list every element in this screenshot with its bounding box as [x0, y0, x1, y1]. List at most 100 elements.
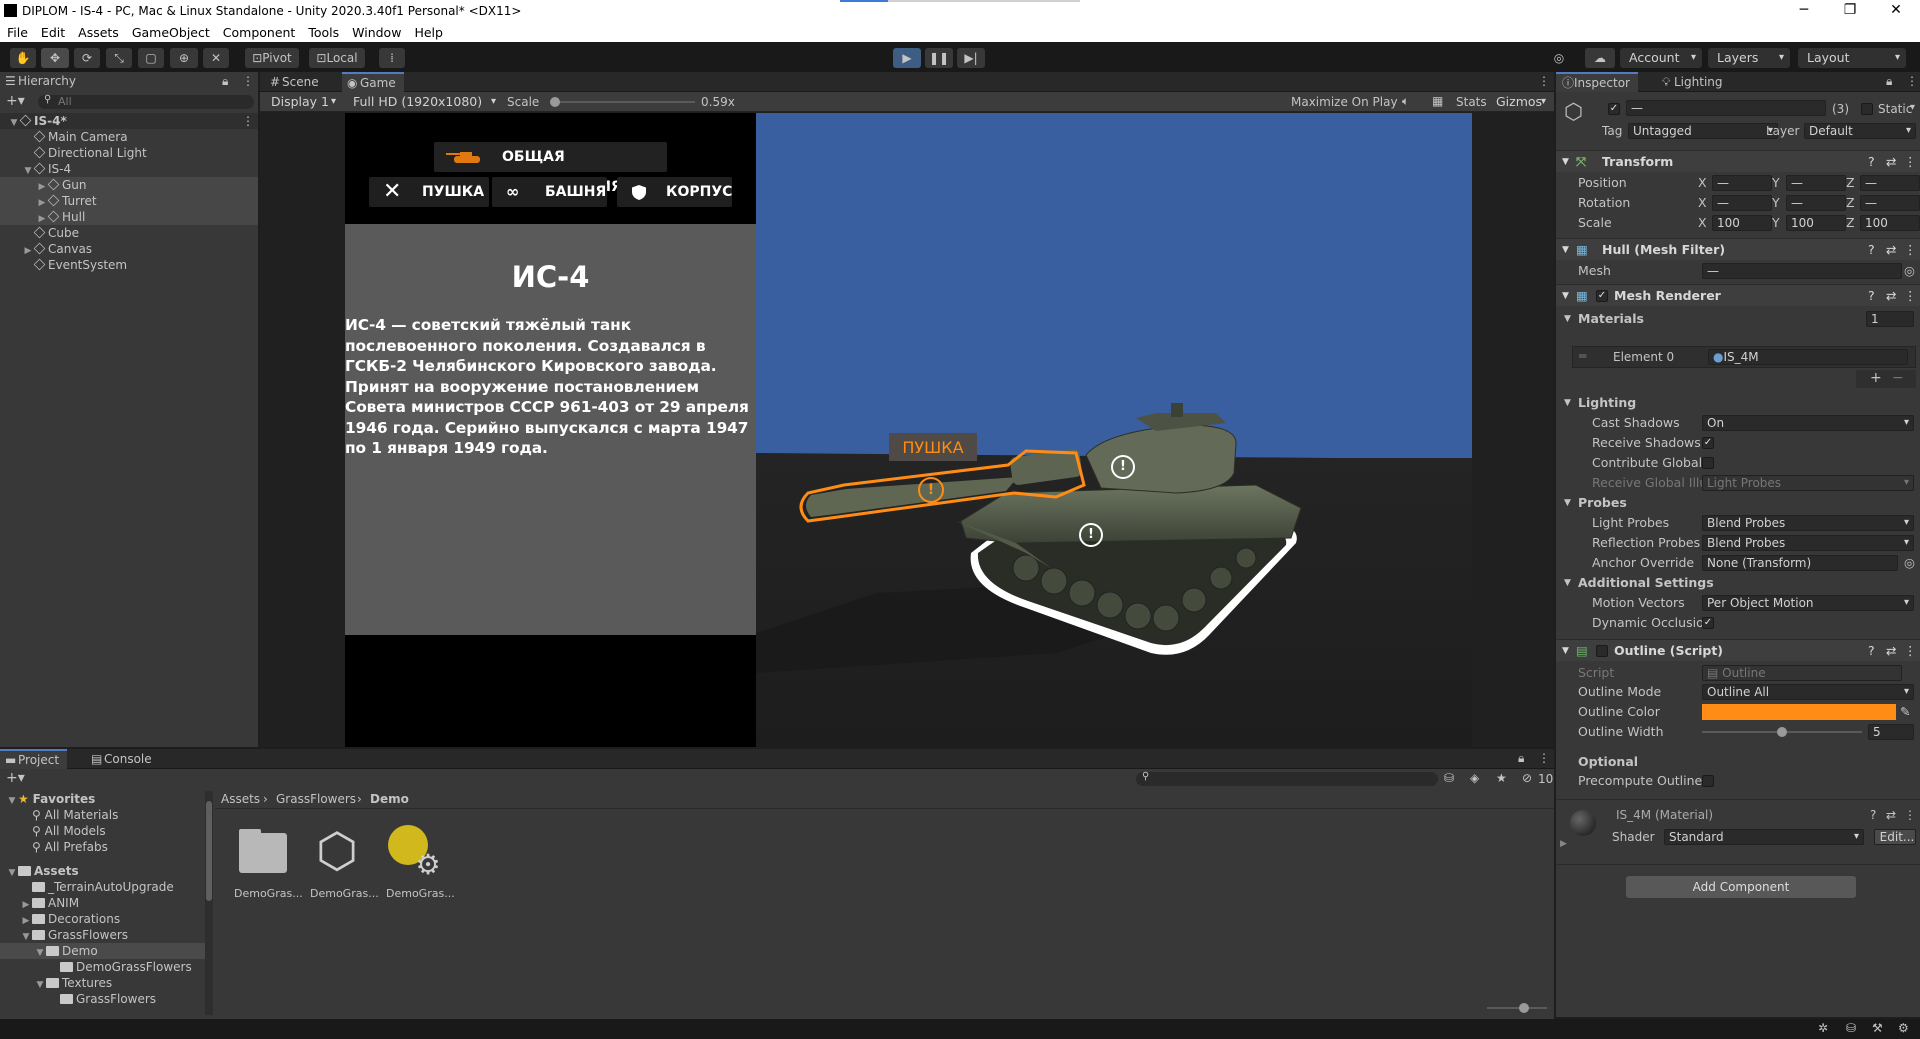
position-y-field[interactable]: — — [1786, 175, 1846, 191]
favorite-item[interactable]: ⚲ All Materials — [0, 807, 205, 823]
display-dropdown[interactable]: Display 1 — [262, 93, 342, 111]
resolution-dropdown[interactable]: Full HD (1920x1080) — [344, 93, 502, 111]
folder-item[interactable]: ▼ Textures — [0, 975, 205, 991]
help-icon[interactable]: ? — [1868, 151, 1875, 173]
presets-icon[interactable]: ⇄ — [1886, 285, 1896, 307]
scale-z-field[interactable]: 100 — [1860, 215, 1920, 231]
hierarchy-item[interactable]: Main Camera — [0, 129, 258, 145]
display-icon[interactable]: ▦ — [1432, 94, 1443, 108]
transform-fold-icon[interactable]: ▼ — [1562, 151, 1569, 173]
close-button[interactable]: ✕ — [1874, 0, 1918, 22]
object-picker-icon[interactable]: ◎ — [1904, 262, 1915, 280]
outline-width-field[interactable]: 5 — [1868, 724, 1914, 740]
play-button[interactable]: ▶ — [893, 48, 921, 68]
scale-slider[interactable] — [550, 97, 695, 107]
favorite-star-icon[interactable]: ★ — [1496, 771, 1507, 785]
hull-marker-icon[interactable]: ! — [1079, 523, 1103, 547]
materials-count-field[interactable]: 1 — [1866, 311, 1914, 327]
reflection-probes-dropdown[interactable]: Blend Probes — [1702, 535, 1914, 551]
outline-width-knob[interactable] — [1777, 727, 1787, 737]
tree-scrollbar[interactable] — [205, 791, 213, 1015]
more-menu-icon[interactable]: ⋮ — [242, 74, 254, 88]
mesh-field[interactable]: — — [1702, 263, 1902, 279]
gizmos-dropdown[interactable]: Gizmos — [1490, 93, 1552, 111]
component-menu-icon[interactable]: ⋮ — [1904, 640, 1917, 662]
transform-tool-icon[interactable]: ⊕ — [170, 48, 198, 68]
position-x-field[interactable]: — — [1712, 175, 1772, 191]
outline-mode-dropdown[interactable]: Outline All — [1702, 684, 1914, 700]
lighting-settings-icon[interactable]: ⚙ — [386, 825, 446, 883]
breadcrumb-grassflowers[interactable]: GrassFlowers — [276, 792, 356, 806]
presets-icon[interactable]: ⇄ — [1886, 808, 1896, 822]
scale-x-field[interactable]: 100 — [1712, 215, 1772, 231]
filter-label-icon[interactable]: ◈ — [1470, 771, 1479, 785]
maximize-button[interactable]: ❐ — [1828, 0, 1872, 22]
local-toggle[interactable]: ⊡Local — [309, 48, 365, 68]
component-menu-icon[interactable]: ⋮ — [1904, 808, 1916, 822]
file-label[interactable]: DemoGras... — [234, 887, 303, 900]
presets-icon[interactable]: ⇄ — [1886, 640, 1896, 662]
turret-button[interactable]: ∞ БАШНЯ — [492, 177, 607, 207]
game-more-icon[interactable]: ⋮ — [1538, 74, 1550, 88]
folder-item[interactable]: ▼ Demo — [0, 943, 205, 959]
folder-icon[interactable] — [235, 825, 293, 883]
account-dropdown[interactable]: Account — [1620, 48, 1702, 68]
custom-tool-icon[interactable]: ✕ — [203, 48, 229, 68]
help-icon[interactable]: ? — [1868, 239, 1875, 261]
rotation-z-field[interactable]: — — [1860, 195, 1920, 211]
receive-shadows-checkbox[interactable]: ✓ — [1702, 437, 1714, 449]
hidden-packages-icon[interactable]: ⊘ — [1522, 771, 1532, 785]
component-menu-icon[interactable]: ⋮ — [1904, 239, 1917, 261]
hierarchy-item[interactable]: ▶ Hull — [0, 209, 258, 225]
gun-button[interactable]: ✕ ПУШКА — [369, 177, 489, 207]
hierarchy-item[interactable]: Cube — [0, 225, 258, 241]
scale-tool-icon[interactable]: ⤡ — [106, 48, 132, 68]
contribute-gi-checkbox[interactable] — [1702, 457, 1714, 469]
add-component-button[interactable]: Add Component — [1626, 876, 1856, 898]
presets-icon[interactable]: ⇄ — [1886, 151, 1896, 173]
tab-hierarchy[interactable]: ☰ Hierarchy — [0, 72, 258, 92]
shader-edit-button[interactable]: Edit... — [1874, 829, 1916, 845]
static-chevron-icon[interactable]: ▾ — [1910, 102, 1915, 113]
icon-size-slider[interactable] — [1487, 1003, 1547, 1013]
tab-console[interactable]: ▤ Console — [86, 749, 160, 769]
folder-item[interactable]: ▶ Decorations — [0, 911, 205, 927]
eyedropper-icon[interactable]: ✎ — [1900, 703, 1910, 721]
outline-color-swatch[interactable] — [1702, 704, 1896, 720]
tag-dropdown[interactable]: Untagged — [1628, 123, 1778, 139]
project-more-icon[interactable]: ⋮ — [1538, 751, 1550, 765]
help-icon[interactable]: ? — [1868, 285, 1875, 307]
menu-component[interactable]: Component — [216, 22, 302, 40]
layers-dropdown[interactable]: Layers — [1708, 48, 1790, 68]
motion-vectors-dropdown[interactable]: Per Object Motion — [1702, 595, 1914, 611]
receive-gi-dropdown[interactable]: Light Probes — [1702, 475, 1914, 491]
object-picker-icon[interactable]: ◎ — [1904, 554, 1915, 572]
add-icon[interactable]: +▾ — [6, 93, 25, 109]
turret-marker-icon[interactable]: ! — [1111, 455, 1135, 479]
menu-window[interactable]: Window — [345, 22, 407, 40]
meshrenderer-enabled-checkbox[interactable]: ✓ — [1596, 290, 1608, 302]
active-checkbox[interactable]: ✓ — [1608, 103, 1620, 115]
inspector-more-icon[interactable]: ⋮ — [1906, 74, 1918, 88]
tab-game[interactable]: ◉ Game — [342, 72, 404, 92]
step-button[interactable]: ▶| — [957, 48, 985, 68]
favorites-header[interactable]: ▼ ★ Favorites — [0, 791, 205, 807]
assets-header[interactable]: ▼ Assets — [0, 863, 205, 879]
cloud-icon[interactable]: ☁ — [1585, 48, 1615, 68]
hierarchy-item[interactable]: EventSystem — [0, 257, 258, 273]
outline-width-slider[interactable] — [1702, 727, 1862, 737]
section-fold-icon[interactable]: ▼ — [1564, 574, 1571, 592]
create-icon[interactable]: +▾ — [6, 770, 25, 786]
materials-fold-icon[interactable]: ▼ — [1564, 310, 1571, 328]
static-checkbox[interactable] — [1861, 103, 1873, 115]
breadcrumb-assets[interactable]: Assets — [221, 792, 260, 806]
hierarchy-item[interactable]: ▼ IS-4 — [0, 161, 258, 177]
gun-marker-icon[interactable]: ! — [918, 477, 944, 503]
project-lock-icon[interactable]: 🔒︎ — [1518, 751, 1524, 766]
favorite-item[interactable]: ⚲ All Models — [0, 823, 205, 839]
element0-field[interactable]: ●IS_4M — [1708, 349, 1908, 365]
pivot-toggle[interactable]: ⊡Pivot — [245, 48, 299, 68]
transform-header[interactable]: ▼ ⤧ Transform ? ⇄ ⋮ — [1556, 150, 1920, 172]
tab-inspector[interactable]: ⓘ Inspector — [1556, 72, 1638, 92]
inspector-lock-icon[interactable]: 🔒︎ — [1886, 74, 1892, 89]
